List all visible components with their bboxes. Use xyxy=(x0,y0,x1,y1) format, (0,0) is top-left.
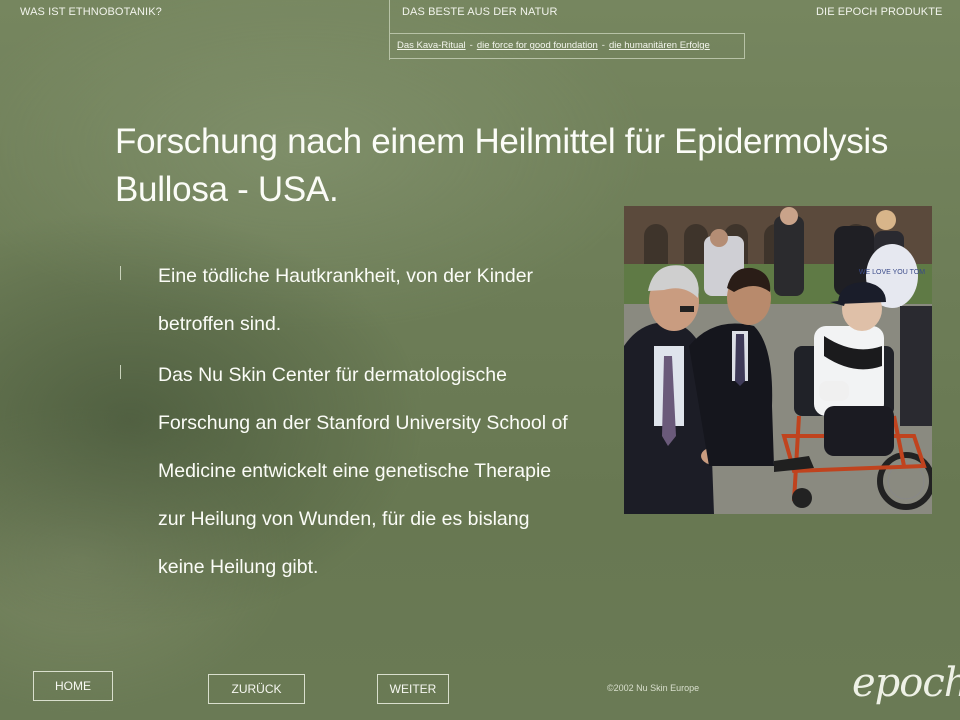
epoch-logo: epoch. xyxy=(852,660,960,706)
nav-item-ethnobotanik[interactable]: WAS IST ETHNOBOTANIK? xyxy=(20,6,162,18)
bullet-text: Das Nu Skin Center für dermatologische F… xyxy=(158,364,568,578)
nav-item-beste-aus-natur[interactable]: DAS BESTE AUS DER NATUR xyxy=(402,6,558,18)
copyright-text: ©2002 Nu Skin Europe xyxy=(607,683,700,693)
subnav-separator: - xyxy=(469,40,473,51)
subnav-link-humanitaere-erfolge[interactable]: die humanitären Erfolge xyxy=(609,40,710,51)
home-button[interactable]: HOME xyxy=(33,671,113,701)
bullet-list: Eine tödliche Hautkrankheit, von der Kin… xyxy=(120,252,580,591)
subnav-bar: Das Kava-Ritual - die force for good found… xyxy=(389,33,745,59)
bullet-item: Eine tödliche Hautkrankheit, von der Kin… xyxy=(120,252,580,348)
bullet-text: Eine tödliche Hautkrankheit, von der Kin… xyxy=(158,265,534,335)
back-button[interactable]: ZURÜCK xyxy=(208,674,305,704)
next-button[interactable]: WEITER xyxy=(377,674,449,704)
bullet-marker xyxy=(120,365,121,379)
bullet-marker xyxy=(120,266,121,280)
nav-item-epoch-produkte[interactable]: DIE EPOCH PRODUKTE xyxy=(816,6,943,18)
sign-text: WE LOVE YOU TOM xyxy=(859,269,925,276)
photo-stanford-visit: WE LOVE YOU TOM xyxy=(624,206,932,514)
bullet-item: Das Nu Skin Center für dermatologische F… xyxy=(120,351,580,591)
subnav-link-force-for-good[interactable]: die force for good foundation xyxy=(477,40,598,51)
photo-illustration: WE LOVE YOU TOM xyxy=(624,206,932,514)
page-title: Forschung nach einem Heilmittel für Epid… xyxy=(115,122,889,209)
subnav-separator: - xyxy=(601,40,605,51)
subnav-link-kava-ritual[interactable]: Das Kava-Ritual xyxy=(397,40,466,51)
